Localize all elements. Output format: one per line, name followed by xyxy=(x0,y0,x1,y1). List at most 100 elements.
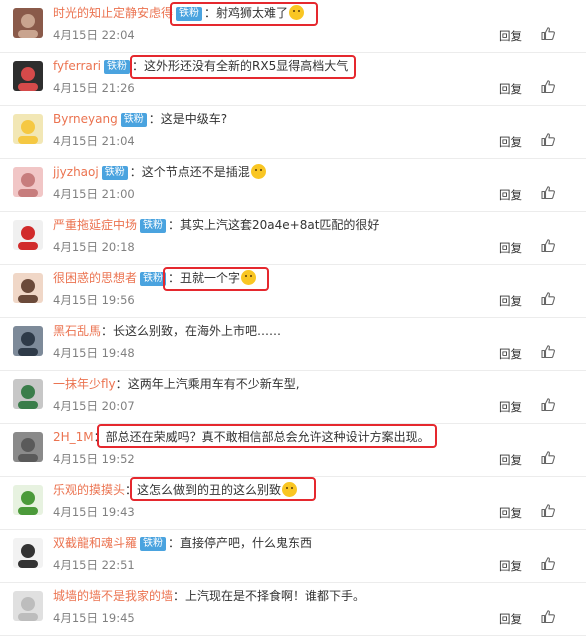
comment-line: 2H_1M：部总还在荣威吗？真不敢相信部总会允许这种设计方案出现。 xyxy=(53,427,430,447)
fan-badge[interactable]: 铁粉 xyxy=(176,7,203,21)
comment-item: 2H_1M：部总还在荣威吗？真不敢相信部总会允许这种设计方案出现。 4月15日 1… xyxy=(0,424,586,477)
username-link[interactable]: 一抹年少fly xyxy=(53,377,116,391)
avatar[interactable] xyxy=(13,326,43,356)
laugh-emoji xyxy=(289,5,305,20)
comment-item: 双截龍和魂斗羅 铁粉 ：直接停产吧，什么鬼东西 4月15日 22:51 回复 xyxy=(0,530,586,583)
avatar[interactable] xyxy=(13,485,43,515)
comment-time: 4月15日 19:56 xyxy=(53,293,135,307)
doge-emoji xyxy=(250,164,266,179)
comment-time: 4月15日 22:04 xyxy=(53,28,135,42)
thumbs-up-icon xyxy=(541,610,555,623)
comment-list: 时光的知止定静安虑得 铁粉 ：射鸡狮太难了 4月15日 22:04 回复 fyferrar… xyxy=(0,0,586,636)
like-button[interactable] xyxy=(541,451,558,464)
colon-separator: ： xyxy=(168,271,181,285)
dog-emoji xyxy=(282,482,298,497)
username-link[interactable]: 城墙的墙不是我家的墙 xyxy=(53,589,173,603)
like-button[interactable] xyxy=(541,186,558,199)
like-button[interactable] xyxy=(541,398,558,411)
colon-separator: ： xyxy=(115,377,128,391)
like-button[interactable] xyxy=(541,345,558,358)
thumbs-up-icon xyxy=(541,345,555,358)
username-link[interactable]: 时光的知止定静安虑得 xyxy=(53,6,173,20)
reply-button[interactable]: 回复 xyxy=(499,240,522,256)
avatar[interactable] xyxy=(13,220,43,250)
avatar[interactable] xyxy=(13,379,43,409)
thumbs-up-icon xyxy=(541,80,555,93)
fan-badge[interactable]: 铁粉 xyxy=(140,272,167,286)
comment-item: 严重拖延症中场 铁粉 ：其实上汽这套20a4e+8at匹配的很好 4月15日 20:1… xyxy=(0,212,586,265)
reply-button[interactable]: 回复 xyxy=(499,134,522,150)
reply-button[interactable]: 回复 xyxy=(499,293,522,309)
thumbs-up-icon xyxy=(541,239,555,252)
reply-button[interactable]: 回复 xyxy=(499,611,522,627)
comment-text: 这外形还没有全新的RX5显得高档大气 xyxy=(144,59,349,73)
comment-time: 4月15日 21:00 xyxy=(53,187,135,201)
thumbs-up-icon xyxy=(541,557,555,570)
username-link[interactable]: Byrneyang xyxy=(53,112,118,126)
username-link[interactable]: 很困惑的思想者 xyxy=(53,271,137,285)
reply-button[interactable]: 回复 xyxy=(499,558,522,574)
like-button[interactable] xyxy=(541,557,558,570)
avatar[interactable] xyxy=(13,8,43,38)
avatar[interactable] xyxy=(13,591,43,621)
avatar[interactable] xyxy=(13,114,43,144)
comment-line: 一抹年少fly：这两年上汽乘用车有不少新车型, xyxy=(53,374,300,394)
avatar[interactable] xyxy=(13,538,43,568)
comment-item: 很困惑的思想者 铁粉 ：丑就一个字 4月15日 19:56 回复 xyxy=(0,265,586,318)
reply-button[interactable]: 回复 xyxy=(499,505,522,521)
colon-separator: ： xyxy=(204,6,217,20)
comment-item: 城墙的墙不是我家的墙：上汽现在是不择食啊！谁都下手。 4月15日 19:45 回复 xyxy=(0,583,586,636)
fan-badge[interactable]: 铁粉 xyxy=(140,219,167,233)
reply-button[interactable]: 回复 xyxy=(499,452,522,468)
thumbs-up-icon xyxy=(541,504,555,517)
colon-separator: ： xyxy=(148,112,161,126)
comment-line: 时光的知止定静安虑得 铁粉 ：射鸡狮太难了 xyxy=(53,3,305,23)
comment-time: 4月15日 21:26 xyxy=(53,81,135,95)
smile-emoji xyxy=(241,270,257,285)
comment-text: 丑就一个字 xyxy=(180,271,241,285)
reply-button[interactable]: 回复 xyxy=(499,346,522,362)
comment-time: 4月15日 19:43 xyxy=(53,505,135,519)
colon-separator: ： xyxy=(101,324,114,338)
avatar[interactable] xyxy=(13,61,43,91)
comment-line: 双截龍和魂斗羅 铁粉 ：直接停产吧，什么鬼东西 xyxy=(53,533,312,553)
reply-button[interactable]: 回复 xyxy=(499,187,522,203)
comment-text: 直接停产吧，什么鬼东西 xyxy=(180,536,313,550)
avatar[interactable] xyxy=(13,432,43,462)
comment-text: 这是中级车? xyxy=(160,112,228,126)
fan-badge[interactable]: 铁粉 xyxy=(104,60,130,74)
avatar[interactable] xyxy=(13,273,43,303)
comment-time: 4月15日 19:52 xyxy=(53,452,135,466)
like-button[interactable] xyxy=(541,610,558,623)
username-link[interactable]: 双截龍和魂斗羅 xyxy=(53,536,137,550)
username-link[interactable]: 严重拖延症中场 xyxy=(53,218,137,232)
like-button[interactable] xyxy=(541,239,558,252)
colon-separator: ： xyxy=(173,589,186,603)
reply-button[interactable]: 回复 xyxy=(499,81,522,97)
avatar[interactable] xyxy=(13,167,43,197)
like-button[interactable] xyxy=(541,80,558,93)
fan-badge[interactable]: 铁粉 xyxy=(120,113,147,127)
like-button[interactable] xyxy=(541,133,558,146)
fan-badge[interactable]: 铁粉 xyxy=(140,537,167,551)
reply-button[interactable]: 回复 xyxy=(499,399,522,415)
username-link[interactable]: 乐观的摸摸头 xyxy=(53,483,125,497)
comment-item: 乐观的摸摸头：这怎么做到的丑的这么别致 4月15日 19:43 回复 xyxy=(0,477,586,530)
comment-line: 城墙的墙不是我家的墙：上汽现在是不择食啊！谁都下手。 xyxy=(53,586,365,606)
comment-text: 射鸡狮太难了 xyxy=(216,6,289,20)
username-link[interactable]: 2H_1M xyxy=(53,430,94,444)
colon-separator: ： xyxy=(129,165,142,179)
comment-line: Byrneyang 铁粉 ：这是中级车? xyxy=(53,109,227,129)
fan-badge[interactable]: 铁粉 xyxy=(101,166,128,180)
username-link[interactable]: fyferrari xyxy=(53,59,101,73)
reply-button[interactable]: 回复 xyxy=(499,28,522,44)
username-link[interactable]: jjyzhaoj xyxy=(53,165,99,179)
like-button[interactable] xyxy=(541,27,558,40)
comment-item: 时光的知止定静安虑得 铁粉 ：射鸡狮太难了 4月15日 22:04 回复 xyxy=(0,0,586,53)
like-button[interactable] xyxy=(541,292,558,305)
username-link[interactable]: 黑石乱馬 xyxy=(53,324,101,338)
comment-text: 这个节点还不是插混 xyxy=(141,165,250,179)
comment-text: 部总还在荣威吗？真不敢相信部总会允许这种设计方案出现。 xyxy=(105,430,430,444)
comment-text: 上汽现在是不择食啊！谁都下手。 xyxy=(185,589,366,603)
like-button[interactable] xyxy=(541,504,558,517)
